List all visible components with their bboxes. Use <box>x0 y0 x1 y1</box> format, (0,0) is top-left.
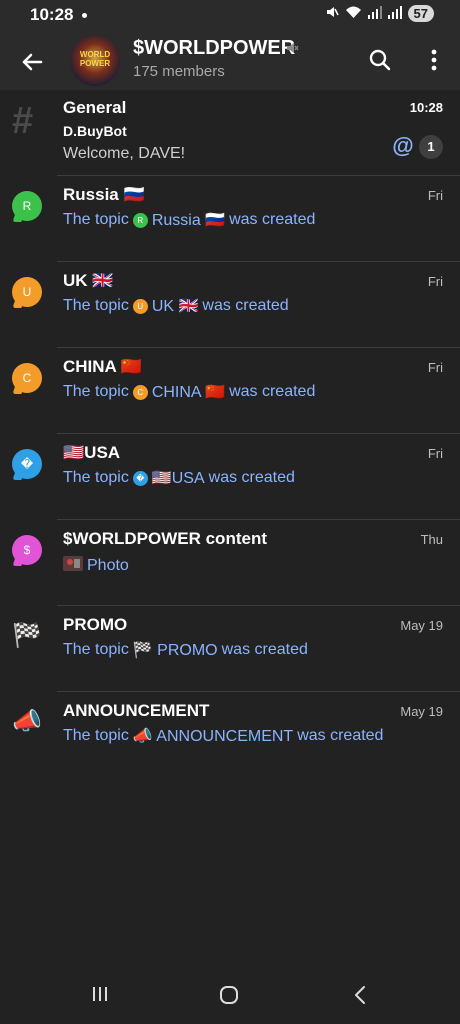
signal-icon-2 <box>387 5 402 22</box>
message-suffix: was created <box>208 469 295 486</box>
topic-time: 10:28 <box>409 100 443 115</box>
group-avatar[interactable]: WORLD POWER <box>70 36 120 86</box>
status-icons: 57 <box>325 5 434 22</box>
megaphone-icon: 📣 <box>12 708 42 735</box>
topic-title: 🇺🇸USA <box>63 443 121 462</box>
message-prefix: The topic <box>63 641 129 658</box>
topic-time: Fri <box>427 360 443 375</box>
system-navigation-bar <box>0 972 460 1024</box>
message-topic-name: 🇺🇸USA <box>151 470 205 487</box>
back-nav-icon[interactable] <box>350 984 370 1006</box>
message-topic-name: UK 🇬🇧 <box>151 298 199 315</box>
topic-time: Fri <box>427 274 443 289</box>
search-button[interactable] <box>366 46 394 74</box>
topic-row-general[interactable]: # General 10:28 D.BuyBot Welcome, DAVE! … <box>0 90 460 176</box>
topic-icon-content: $ <box>12 535 42 565</box>
topic-message: The topic 📣 ANNOUNCEMENT was created <box>63 726 383 746</box>
mini-topic-icon: � <box>132 470 148 486</box>
topic-message: Photo <box>63 554 129 577</box>
muted-icon <box>287 43 299 53</box>
mini-topic-icon: C <box>132 384 148 400</box>
topic-message: The topic � 🇺🇸USA was created <box>63 468 295 488</box>
checkered-flag-icon: 🏁 <box>12 622 42 649</box>
topic-row-usa[interactable]: � 🇺🇸USA Fri The topic � 🇺🇸USA was create… <box>0 434 460 520</box>
topic-icon-usa: � <box>12 449 42 479</box>
unread-count-badge: 1 <box>419 135 443 159</box>
recent-apps-icon[interactable] <box>90 984 110 1004</box>
topic-row-promo[interactable]: 🏁 PROMO May 19 The topic 🏁 PROMO was cre… <box>0 606 460 692</box>
topic-message: The topic R Russia 🇷🇺 was created <box>63 210 315 230</box>
topic-title: Russia 🇷🇺 <box>63 185 145 204</box>
topic-title: $WORLDPOWER content <box>63 529 267 548</box>
topic-icon-uk: U <box>12 277 42 307</box>
message-topic-name: 🏁 PROMO <box>132 642 218 659</box>
notification-dot-icon <box>82 13 87 18</box>
topic-list: # General 10:28 D.BuyBot Welcome, DAVE! … <box>0 90 460 778</box>
message-preview: Welcome, DAVE! <box>63 145 186 162</box>
hashtag-icon: # <box>12 100 34 142</box>
search-icon <box>369 49 391 71</box>
back-button[interactable] <box>14 44 50 80</box>
topic-row-announcement[interactable]: 📣 ANNOUNCEMENT May 19 The topic 📣 ANNOUN… <box>0 692 460 778</box>
message-prefix: The topic <box>63 469 129 486</box>
message-topic-name: CHINA 🇨🇳 <box>151 384 226 401</box>
message-prefix: The topic <box>63 383 129 400</box>
topic-title: UK 🇬🇧 <box>63 271 114 290</box>
message-suffix: was created <box>297 727 384 744</box>
message-prefix: The topic <box>63 727 129 744</box>
mention-badge: @ <box>392 133 414 158</box>
more-options-button[interactable] <box>420 46 448 74</box>
topic-bubble-icon: � <box>12 449 42 479</box>
topic-time: May 19 <box>400 704 443 719</box>
topic-time: Fri <box>427 446 443 461</box>
home-icon[interactable] <box>218 984 240 1006</box>
message-sender: D.BuyBot <box>63 123 127 139</box>
status-bar: 10:28 57 <box>0 0 460 32</box>
topic-row-china[interactable]: C CHINA 🇨🇳 Fri The topic C CHINA 🇨🇳 was … <box>0 348 460 434</box>
topic-title: CHINA 🇨🇳 <box>63 357 143 376</box>
topic-message: The topic 🏁 PROMO was created <box>63 640 308 660</box>
topic-time: Thu <box>420 532 443 547</box>
topic-message: The topic U UK 🇬🇧 was created <box>63 296 289 316</box>
topic-row-russia[interactable]: R Russia 🇷🇺 Fri The topic R Russia 🇷🇺 wa… <box>0 176 460 262</box>
topic-row-uk[interactable]: U UK 🇬🇧 Fri The topic U UK 🇬🇧 was create… <box>0 262 460 348</box>
topic-bubble-icon: $ <box>12 535 42 565</box>
chat-header: WORLD POWER $WORLDPOWER 175 members <box>0 32 460 90</box>
avatar-logo-text: WORLD POWER <box>79 50 111 68</box>
message-topic-name: 📣 ANNOUNCEMENT <box>132 728 294 745</box>
topic-row-worldpower-content[interactable]: $ $WORLDPOWER content Thu Photo <box>0 520 460 606</box>
signal-icon <box>367 5 382 22</box>
message-prefix: The topic <box>63 297 129 314</box>
topic-bubble-icon: R <box>12 191 42 221</box>
message-prefix: The topic <box>63 211 129 228</box>
message-suffix: was created <box>221 641 308 658</box>
wifi-icon <box>345 5 362 22</box>
group-title[interactable]: $WORLDPOWER <box>133 37 295 60</box>
topic-title: PROMO <box>63 615 128 634</box>
topic-time: May 19 <box>400 618 443 633</box>
message-suffix: was created <box>229 211 316 228</box>
mini-topic-icon: R <box>132 212 148 228</box>
topic-title: ANNOUNCEMENT <box>63 701 210 720</box>
message-suffix: was created <box>202 297 289 314</box>
battery-indicator: 57 <box>407 5 434 22</box>
message-preview: Photo <box>87 556 129 574</box>
arrow-left-icon <box>22 53 43 71</box>
topic-icon-china: C <box>12 363 42 393</box>
topic-icon-russia: R <box>12 191 42 221</box>
photo-thumbnail-icon <box>63 554 83 577</box>
status-time: 10:28 <box>30 5 74 24</box>
more-vertical-icon <box>431 49 437 71</box>
topic-time: Fri <box>427 188 443 203</box>
topic-message: The topic C CHINA 🇨🇳 was created <box>63 382 315 402</box>
mute-status-icon <box>325 5 339 22</box>
topic-bubble-icon: U <box>12 277 42 307</box>
mini-topic-icon: U <box>132 298 148 314</box>
topic-title: General <box>63 98 127 117</box>
message-suffix: was created <box>229 383 316 400</box>
topic-bubble-icon: C <box>12 363 42 393</box>
member-count: 175 members <box>133 63 225 80</box>
message-topic-name: Russia 🇷🇺 <box>151 212 226 229</box>
